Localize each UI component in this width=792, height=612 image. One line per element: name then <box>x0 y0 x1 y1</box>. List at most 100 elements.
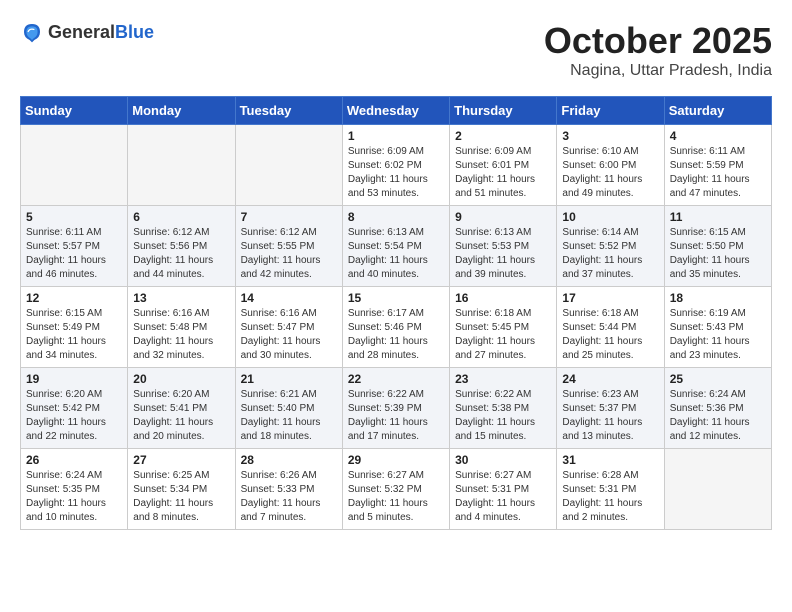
day-info: Sunrise: 6:20 AMSunset: 5:42 PMDaylight:… <box>26 388 122 444</box>
day-number: 3 <box>562 129 658 143</box>
logo-icon <box>20 20 44 44</box>
weekday-header-row: SundayMondayTuesdayWednesdayThursdayFrid… <box>21 97 772 125</box>
day-cell-12: 12Sunrise: 6:15 AMSunset: 5:49 PMDayligh… <box>21 287 128 368</box>
day-number: 29 <box>348 453 444 467</box>
day-number: 1 <box>348 129 444 143</box>
logo: GeneralBlue <box>20 20 154 44</box>
day-info: Sunrise: 6:26 AMSunset: 5:33 PMDaylight:… <box>241 469 337 525</box>
empty-cell <box>664 449 771 530</box>
day-number: 26 <box>26 453 122 467</box>
day-info: Sunrise: 6:22 AMSunset: 5:39 PMDaylight:… <box>348 388 444 444</box>
day-number: 2 <box>455 129 551 143</box>
day-info: Sunrise: 6:11 AMSunset: 5:57 PMDaylight:… <box>26 226 122 282</box>
day-info: Sunrise: 6:24 AMSunset: 5:35 PMDaylight:… <box>26 469 122 525</box>
day-info: Sunrise: 6:16 AMSunset: 5:48 PMDaylight:… <box>133 307 229 363</box>
day-info: Sunrise: 6:21 AMSunset: 5:40 PMDaylight:… <box>241 388 337 444</box>
day-cell-31: 31 Sunrise: 6:28 AMSunset: 5:31 PMDayligh… <box>557 449 664 530</box>
week-row-4: 19 Sunrise: 6:20 AMSunset: 5:42 PMDayligh… <box>21 368 772 449</box>
day-cell-9: 9 Sunrise: 6:13 AMSunset: 5:53 PMDaylight… <box>450 206 557 287</box>
day-number: 14 <box>241 291 337 305</box>
day-cell-4: 4Sunrise: 6:11 AMSunset: 5:59 PMDaylight… <box>664 125 771 206</box>
day-cell-21: 21Sunrise: 6:21 AMSunset: 5:40 PMDayligh… <box>235 368 342 449</box>
day-number: 20 <box>133 372 229 386</box>
day-number: 10 <box>562 210 658 224</box>
day-cell-17: 17 Sunrise: 6:18 AMSunset: 5:44 PMDayligh… <box>557 287 664 368</box>
day-number: 16 <box>455 291 551 305</box>
day-number: 7 <box>241 210 337 224</box>
day-cell-29: 29 Sunrise: 6:27 AMSunset: 5:32 PMDayligh… <box>342 449 449 530</box>
day-cell-30: 30 Sunrise: 6:27 AMSunset: 5:31 PMDayligh… <box>450 449 557 530</box>
day-info: Sunrise: 6:15 AMSunset: 5:50 PMDaylight:… <box>670 226 766 282</box>
day-info: Sunrise: 6:22 AMSunset: 5:38 PMDaylight:… <box>455 388 551 444</box>
logo-blue: Blue <box>115 22 154 42</box>
weekday-header-sunday: Sunday <box>21 97 128 125</box>
weekday-header-monday: Monday <box>128 97 235 125</box>
weekday-header-friday: Friday <box>557 97 664 125</box>
day-cell-22: 22 Sunrise: 6:22 AMSunset: 5:39 PMDayligh… <box>342 368 449 449</box>
day-number: 31 <box>562 453 658 467</box>
weekday-header-saturday: Saturday <box>664 97 771 125</box>
day-info: Sunrise: 6:17 AMSunset: 5:46 PMDaylight:… <box>348 307 444 363</box>
day-number: 5 <box>26 210 122 224</box>
day-cell-18: 18 Sunrise: 6:19 AMSunset: 5:43 PMDayligh… <box>664 287 771 368</box>
week-row-2: 5 Sunrise: 6:11 AMSunset: 5:57 PMDaylight… <box>21 206 772 287</box>
day-cell-19: 19 Sunrise: 6:20 AMSunset: 5:42 PMDayligh… <box>21 368 128 449</box>
day-number: 9 <box>455 210 551 224</box>
day-cell-23: 23 Sunrise: 6:22 AMSunset: 5:38 PMDayligh… <box>450 368 557 449</box>
weekday-header-thursday: Thursday <box>450 97 557 125</box>
day-number: 4 <box>670 129 766 143</box>
day-info: Sunrise: 6:13 AMSunset: 5:53 PMDaylight:… <box>455 226 551 282</box>
day-number: 8 <box>348 210 444 224</box>
day-number: 17 <box>562 291 658 305</box>
header: GeneralBlue October 2025 Nagina, Uttar P… <box>20 20 772 80</box>
day-number: 19 <box>26 372 122 386</box>
day-number: 11 <box>670 210 766 224</box>
day-cell-16: 16 Sunrise: 6:18 AMSunset: 5:45 PMDayligh… <box>450 287 557 368</box>
day-cell-6: 6 Sunrise: 6:12 AMSunset: 5:56 PMDaylight… <box>128 206 235 287</box>
day-info: Sunrise: 6:16 AMSunset: 5:47 PMDaylight:… <box>241 307 337 363</box>
day-number: 13 <box>133 291 229 305</box>
calendar: SundayMondayTuesdayWednesdayThursdayFrid… <box>20 96 772 530</box>
day-info: Sunrise: 6:15 AMSunset: 5:49 PMDaylight:… <box>26 307 122 363</box>
day-cell-8: 8 Sunrise: 6:13 AMSunset: 5:54 PMDaylight… <box>342 206 449 287</box>
empty-cell <box>21 125 128 206</box>
day-number: 25 <box>670 372 766 386</box>
day-cell-27: 27 Sunrise: 6:25 AMSunset: 5:34 PMDayligh… <box>128 449 235 530</box>
day-number: 15 <box>348 291 444 305</box>
empty-cell <box>128 125 235 206</box>
day-info: Sunrise: 6:25 AMSunset: 5:34 PMDaylight:… <box>133 469 229 525</box>
month-title: October 2025 <box>544 20 772 62</box>
day-cell-13: 13 Sunrise: 6:16 AMSunset: 5:48 PMDayligh… <box>128 287 235 368</box>
day-number: 27 <box>133 453 229 467</box>
day-cell-15: 15 Sunrise: 6:17 AMSunset: 5:46 PMDayligh… <box>342 287 449 368</box>
day-info: Sunrise: 6:12 AMSunset: 5:56 PMDaylight:… <box>133 226 229 282</box>
day-cell-3: 3Sunrise: 6:10 AMSunset: 6:00 PMDaylight… <box>557 125 664 206</box>
day-number: 18 <box>670 291 766 305</box>
day-info: Sunrise: 6:27 AMSunset: 5:31 PMDaylight:… <box>455 469 551 525</box>
day-cell-14: 14 Sunrise: 6:16 AMSunset: 5:47 PMDayligh… <box>235 287 342 368</box>
day-info: Sunrise: 6:28 AMSunset: 5:31 PMDaylight:… <box>562 469 658 525</box>
day-info: Sunrise: 6:13 AMSunset: 5:54 PMDaylight:… <box>348 226 444 282</box>
day-info: Sunrise: 6:09 AMSunset: 6:01 PMDaylight:… <box>455 145 551 201</box>
empty-cell <box>235 125 342 206</box>
day-info: Sunrise: 6:18 AMSunset: 5:45 PMDaylight:… <box>455 307 551 363</box>
day-info: Sunrise: 6:18 AMSunset: 5:44 PMDaylight:… <box>562 307 658 363</box>
day-info: Sunrise: 6:12 AMSunset: 5:55 PMDaylight:… <box>241 226 337 282</box>
day-cell-20: 20Sunrise: 6:20 AMSunset: 5:41 PMDayligh… <box>128 368 235 449</box>
location-title: Nagina, Uttar Pradesh, India <box>544 62 772 80</box>
day-info: Sunrise: 6:09 AMSunset: 6:02 PMDaylight:… <box>348 145 444 201</box>
day-number: 30 <box>455 453 551 467</box>
day-info: Sunrise: 6:27 AMSunset: 5:32 PMDaylight:… <box>348 469 444 525</box>
logo-general: General <box>48 22 115 42</box>
weekday-header-tuesday: Tuesday <box>235 97 342 125</box>
day-cell-7: 7 Sunrise: 6:12 AMSunset: 5:55 PMDaylight… <box>235 206 342 287</box>
day-number: 6 <box>133 210 229 224</box>
day-cell-1: 1 Sunrise: 6:09 AMSunset: 6:02 PMDaylight… <box>342 125 449 206</box>
day-info: Sunrise: 6:19 AMSunset: 5:43 PMDaylight:… <box>670 307 766 363</box>
day-cell-25: 25Sunrise: 6:24 AMSunset: 5:36 PMDayligh… <box>664 368 771 449</box>
day-cell-10: 10Sunrise: 6:14 AMSunset: 5:52 PMDayligh… <box>557 206 664 287</box>
day-cell-26: 26 Sunrise: 6:24 AMSunset: 5:35 PMDayligh… <box>21 449 128 530</box>
day-number: 22 <box>348 372 444 386</box>
day-cell-28: 28Sunrise: 6:26 AMSunset: 5:33 PMDayligh… <box>235 449 342 530</box>
day-number: 23 <box>455 372 551 386</box>
